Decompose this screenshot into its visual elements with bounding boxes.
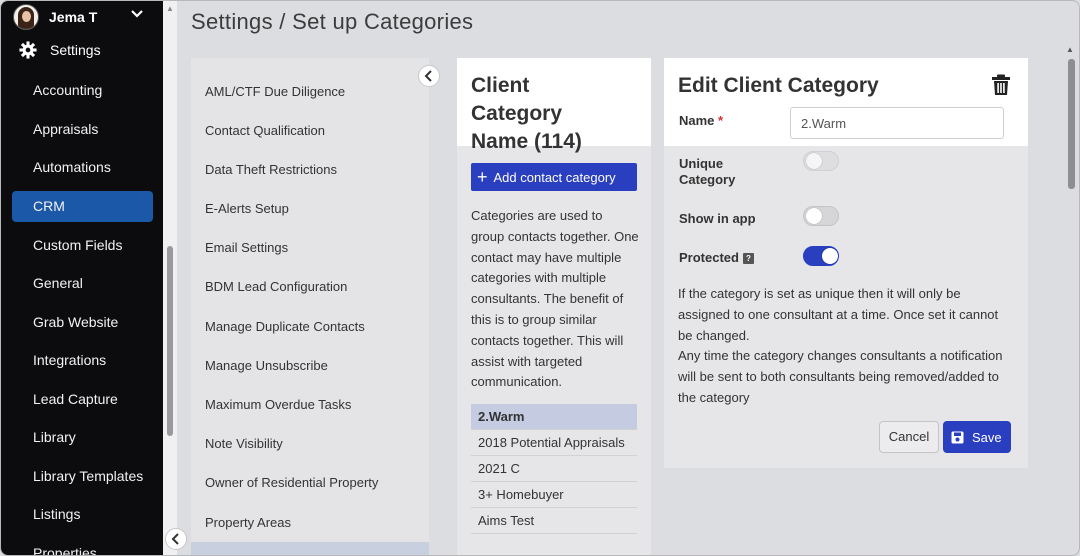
settings-label: Settings	[50, 42, 101, 58]
crm-settings-menu: AML/CTF Due Diligence Contact Qualificat…	[191, 58, 429, 555]
list-item[interactable]: 2018 Potential Appraisals	[471, 430, 637, 456]
show-in-app-toggle[interactable]	[803, 206, 839, 226]
crm-menu-item[interactable]: Property Areas	[205, 515, 291, 530]
crm-menu-item[interactable]: Email Settings	[205, 240, 288, 255]
crm-menu-item[interactable]: Data Theft Restrictions	[205, 162, 337, 177]
crm-menu-item[interactable]: E-Alerts Setup	[205, 201, 289, 216]
page-title: Settings / Set up Categories	[191, 9, 474, 34]
crm-menu-item[interactable]: BDM Lead Configuration	[205, 279, 347, 294]
plus-icon: +	[477, 167, 488, 187]
edit-category-panel: Edit Client Category Name * Unique Categ…	[664, 58, 1028, 468]
nav-item-integrations[interactable]: Integrations	[12, 345, 153, 376]
client-category-title: Client Category Name (114)	[457, 58, 651, 153]
chevron-left-icon	[171, 533, 179, 545]
crm-menu-item[interactable]: Manage Unsubscribe	[205, 358, 328, 373]
crm-menu-item-selected[interactable]	[191, 542, 429, 555]
list-item[interactable]: Aims Test	[471, 508, 637, 534]
label-line: Category	[679, 172, 736, 187]
nav-scrollbar[interactable]: ▲	[163, 1, 177, 555]
category-info: If the category is set as unique then it…	[678, 284, 1013, 409]
nav-item-library-templates[interactable]: Library Templates	[12, 461, 153, 492]
avatar	[13, 4, 39, 30]
protected-toggle[interactable]	[803, 246, 839, 266]
add-contact-category-button[interactable]: + Add contact category	[471, 163, 637, 191]
nav-item-library[interactable]: Library	[12, 422, 153, 453]
trash-icon[interactable]	[991, 74, 1011, 96]
category-list: 2.Warm 2018 Potential Appraisals 2021 C …	[471, 404, 637, 534]
title-line: Client	[471, 74, 530, 97]
add-button-label: Add contact category	[493, 169, 616, 185]
protected-label-text: Protected	[679, 250, 739, 265]
protected-label: Protected?	[679, 250, 754, 265]
title-line: Category	[471, 102, 563, 125]
crm-menu-item[interactable]: Owner of Residential Property	[205, 475, 378, 490]
nav-item-accounting[interactable]: Accounting	[12, 75, 153, 106]
category-name-input[interactable]	[790, 107, 1004, 139]
save-icon	[951, 431, 964, 443]
scroll-up-arrow-icon[interactable]: ▲	[1066, 45, 1074, 54]
required-mark: *	[718, 113, 724, 128]
crm-menu-item[interactable]: Maximum Overdue Tasks	[205, 397, 351, 412]
nav-item-properties[interactable]: Properties	[12, 538, 153, 555]
scrollbar-thumb[interactable]	[1068, 59, 1075, 189]
crm-menu-item[interactable]: Manage Duplicate Contacts	[205, 319, 365, 334]
help-icon[interactable]: ?	[742, 253, 754, 264]
show-in-app-label: Show in app	[679, 211, 756, 226]
title-line: Name (114)	[471, 130, 582, 153]
list-item[interactable]: 2.Warm	[471, 404, 637, 430]
collapse-nav-button[interactable]	[165, 528, 187, 550]
crm-menu-item[interactable]: AML/CTF Due Diligence	[205, 84, 345, 99]
collapse-menu-button[interactable]	[418, 65, 440, 87]
unique-category-label: Unique Category	[679, 156, 735, 188]
name-label: Name *	[679, 113, 723, 128]
client-category-column: Client Category Name (114) + Add contact…	[457, 58, 651, 555]
scroll-up-arrow-icon[interactable]: ▲	[166, 4, 174, 13]
name-label-text: Name	[679, 113, 715, 128]
nav-item-automations[interactable]: Automations	[12, 152, 153, 183]
nav-item-appraisals[interactable]: Appraisals	[12, 114, 153, 145]
save-button[interactable]: Save	[943, 421, 1011, 453]
info-paragraph: If the category is set as unique then it…	[678, 286, 999, 343]
gear-icon	[19, 41, 37, 59]
user-name: Jema T	[49, 9, 98, 25]
info-paragraph: Any time the category changes consultant…	[678, 348, 1003, 405]
unique-category-toggle[interactable]	[803, 151, 839, 171]
main-scrollbar[interactable]: ▲	[1059, 41, 1079, 555]
left-nav: Jema T Settings Accounting Appraisals Au…	[1, 1, 163, 555]
scrollbar-thumb[interactable]	[167, 246, 173, 436]
nav-item-grab-website[interactable]: Grab Website	[12, 307, 153, 338]
nav-item-lead-capture[interactable]: Lead Capture	[12, 384, 153, 415]
cancel-button[interactable]: Cancel	[879, 421, 939, 453]
chevron-down-icon[interactable]	[130, 7, 144, 26]
nav-item-general[interactable]: General	[12, 268, 153, 299]
category-description: Categories are used to group contacts to…	[471, 208, 639, 390]
save-label: Save	[972, 429, 1002, 445]
list-item[interactable]: 2021 C	[471, 456, 637, 482]
nav-item-custom-fields[interactable]: Custom Fields	[12, 230, 153, 261]
chevron-left-icon	[424, 70, 432, 82]
label-line: Unique	[679, 156, 724, 171]
user-menu[interactable]: Jema T	[13, 3, 158, 31]
nav-item-listings[interactable]: Listings	[12, 499, 153, 530]
app-window: Jema T Settings Accounting Appraisals Au…	[0, 0, 1080, 556]
nav-item-crm[interactable]: CRM	[12, 191, 153, 222]
crm-menu-item[interactable]: Note Visibility	[205, 436, 283, 451]
settings-header[interactable]: Settings	[19, 41, 101, 59]
crm-menu-item[interactable]: Contact Qualification	[205, 123, 325, 138]
edit-title: Edit Client Category	[678, 74, 879, 97]
list-item[interactable]: 3+ Homebuyer	[471, 482, 637, 508]
